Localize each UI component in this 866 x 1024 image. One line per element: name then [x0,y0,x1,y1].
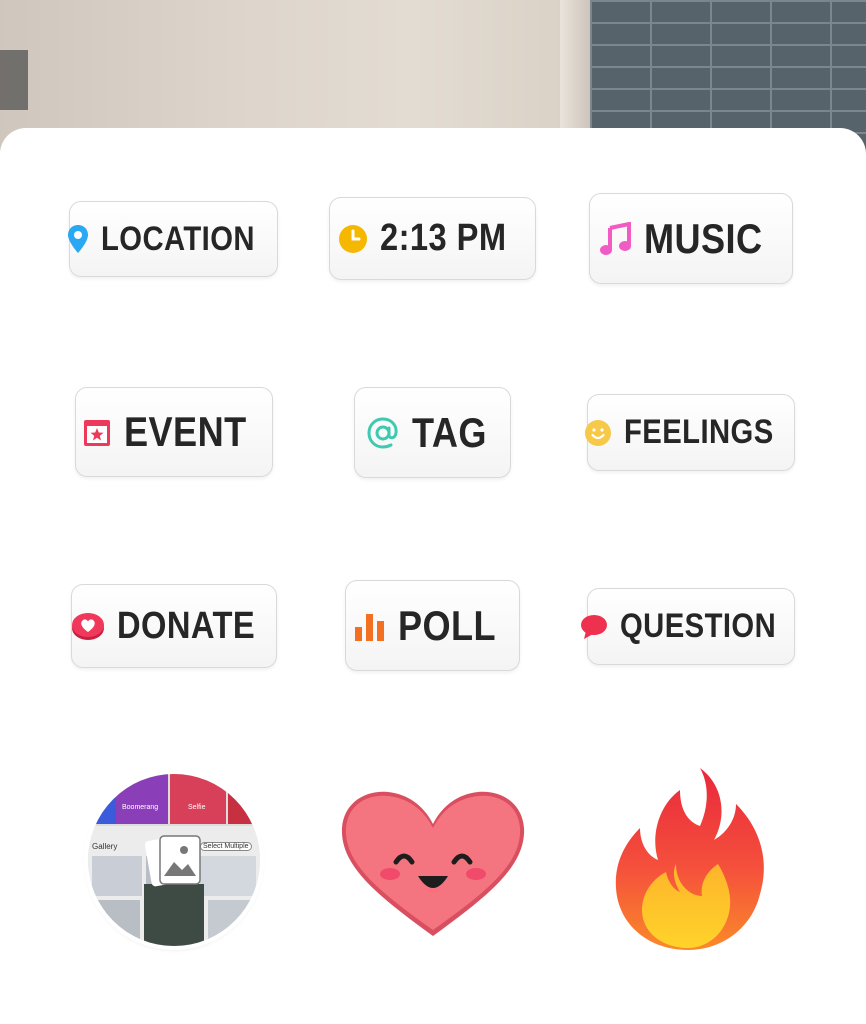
tag-sticker-label: TAG [411,408,487,456]
camera-roll-photo-sticker[interactable]: Boomerang Selfie Gallery Select Multiple [88,774,260,946]
gallery-tile-dark [228,774,260,824]
at-sign-icon [366,416,400,450]
fire-icon [615,768,764,950]
fire-sticker[interactable] [610,764,770,954]
time-sticker-label: 2:13 PM [379,217,507,259]
gallery-tile-label-selfie: Selfie [188,804,206,811]
bar-chart-icon [354,610,386,642]
gallery-thumbnail [92,856,142,896]
gallery-tile-blue [88,774,116,824]
gallery-tile-red [170,774,226,824]
event-sticker-button[interactable]: EVENT [75,387,273,477]
heart-coin-icon [71,611,105,641]
location-sticker-button[interactable]: LOCATION [67,201,278,277]
speech-bubble-icon [580,614,608,640]
question-sticker-button[interactable]: QUESTION [581,588,795,665]
smiling-heart-sticker[interactable] [338,788,528,940]
select-multiple-label: Select Multiple [200,842,252,851]
gallery-tile-label-boomerang: Boomerang [122,804,159,811]
clock-icon [338,224,368,254]
question-sticker-label: QUESTION [620,607,777,645]
background-object [0,50,28,110]
time-sticker-button[interactable]: 2:13 PM [329,197,536,280]
gallery-thumbnail [200,856,256,896]
feelings-sticker-label: FEELINGS [623,413,774,451]
smiley-icon [584,419,612,447]
music-sticker-label: MUSIC [644,214,763,262]
feelings-sticker-button[interactable]: FEELINGS [584,394,795,471]
location-pin-icon [67,224,89,254]
event-sticker-label: EVENT [123,408,247,455]
photo-stack-icon [144,832,204,896]
gallery-thumbnail [92,900,140,940]
poll-sticker-button[interactable]: POLL [345,580,520,671]
music-sticker-button[interactable]: MUSIC [589,193,793,284]
gallery-header-label: Gallery [92,842,118,851]
donate-sticker-button[interactable]: DONATE [71,584,277,668]
smiling-heart-icon [341,791,525,936]
poll-sticker-label: POLL [397,601,496,649]
calendar-star-icon [82,416,112,448]
donate-sticker-label: DONATE [116,604,255,647]
gallery-thumbnail [208,900,256,940]
location-sticker-label: LOCATION [101,219,255,258]
tag-sticker-button[interactable]: TAG [354,387,511,478]
music-note-icon [600,221,632,256]
gallery-tile-purple [116,774,168,824]
